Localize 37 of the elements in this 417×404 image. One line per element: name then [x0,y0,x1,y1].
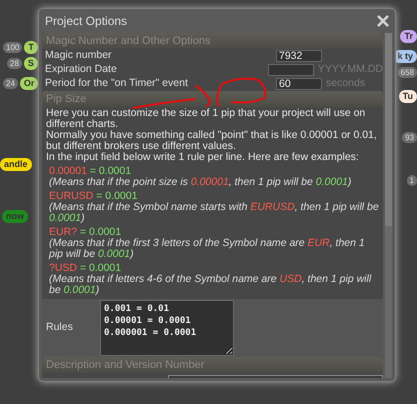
field-label: Expiration Date [44,62,118,78]
node-pill: Or [20,77,38,90]
node-pill: now [2,210,28,223]
example-rule: 0.00001 = 0.0001 [49,166,132,177]
field-label: Rules [45,320,74,336]
node-pill: S [24,57,38,70]
rules-textarea[interactable]: 0.001 = 0.01 0.00001 = 0.0001 0.000001 = 0.0001 [100,300,234,356]
example-explanation: (Means that if letters 4-6 of the Symbol name are USD, then 1 pip will be 0.0001) [49,274,372,296]
dialog-title: Project Options [45,13,128,30]
node-count-badge: 100 [3,42,22,53]
text-field[interactable]: 60 [276,78,322,90]
close-icon[interactable] [377,15,389,27]
section-header: Pip Size [42,91,383,107]
node-count-badge: 1 [406,175,417,186]
field-label: Magic number [44,48,113,64]
text-field[interactable] [268,64,314,76]
example-explanation: (Means that if the first 3 letters of the Symbol name are EUR, then 1 pip will be 0.0001) [49,238,366,260]
section-header: Description and Version Number [42,357,383,373]
node-pill: Tr [400,30,417,43]
node-count-badge: 658 [398,67,417,78]
example-explanation: (Means that if the Symbol name starts with EURUSD, then 1 pip will be 0.0001) [49,202,379,224]
node-count-badge: 28 [7,58,22,69]
field-label: Period for the "on Timer" event [44,76,189,92]
node-count-badge: 24 [3,78,18,89]
description-text: In the input field below write 1 rule per line. Here are few examples: [46,152,360,163]
node-count-badge: 93 [402,132,417,143]
node-pill: Tu [398,90,417,103]
example-rule: ?USD = 0.0001 [49,263,122,274]
example-rule: EURUSD = 0.0001 [49,191,138,202]
example-rule: EUR? = 0.0001 [49,227,122,238]
description-text: Normally you have something called "point" that is like 0.00001 or 0.01, but different brokers use different values. [46,130,378,152]
section-header: Magic Number and Other Options [42,33,383,49]
example-explanation: (Means that if the point size is 0.00001, then 1 pip will be 0.0001) [49,177,352,188]
text-field[interactable]: 7932 [276,50,322,62]
description-text: Here you can customize the size of 1 pip that your project will use on different charts. [46,108,366,130]
node-pill: T [24,41,38,54]
node-pill: andle [0,158,32,171]
